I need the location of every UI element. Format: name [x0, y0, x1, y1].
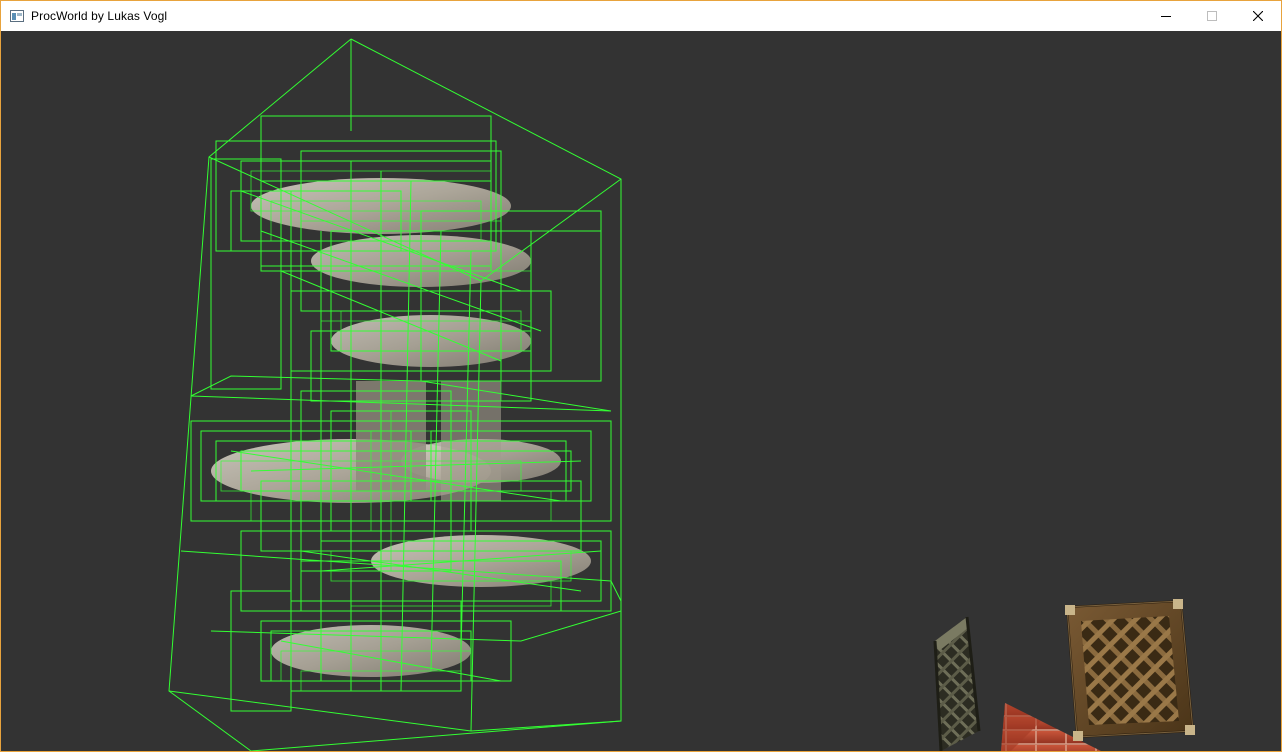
close-icon	[1253, 11, 1263, 21]
title-bar[interactable]: ProcWorld by Lukas Vogl	[1, 1, 1281, 31]
app-window: ProcWorld by Lukas Vogl	[0, 0, 1282, 752]
render-viewport[interactable]	[1, 31, 1281, 751]
window-controls	[1143, 1, 1281, 31]
maximize-button[interactable]	[1189, 1, 1235, 31]
minimize-button[interactable]	[1143, 1, 1189, 31]
minimize-icon	[1161, 16, 1171, 17]
dark-lattice-panel	[933, 616, 981, 751]
close-button[interactable]	[1235, 1, 1281, 31]
wooden-lattice-crate	[1065, 599, 1195, 741]
app-icon	[9, 8, 25, 24]
staircase-mesh	[211, 178, 591, 677]
window-title: ProcWorld by Lukas Vogl	[31, 9, 168, 23]
maximize-icon	[1207, 11, 1217, 21]
